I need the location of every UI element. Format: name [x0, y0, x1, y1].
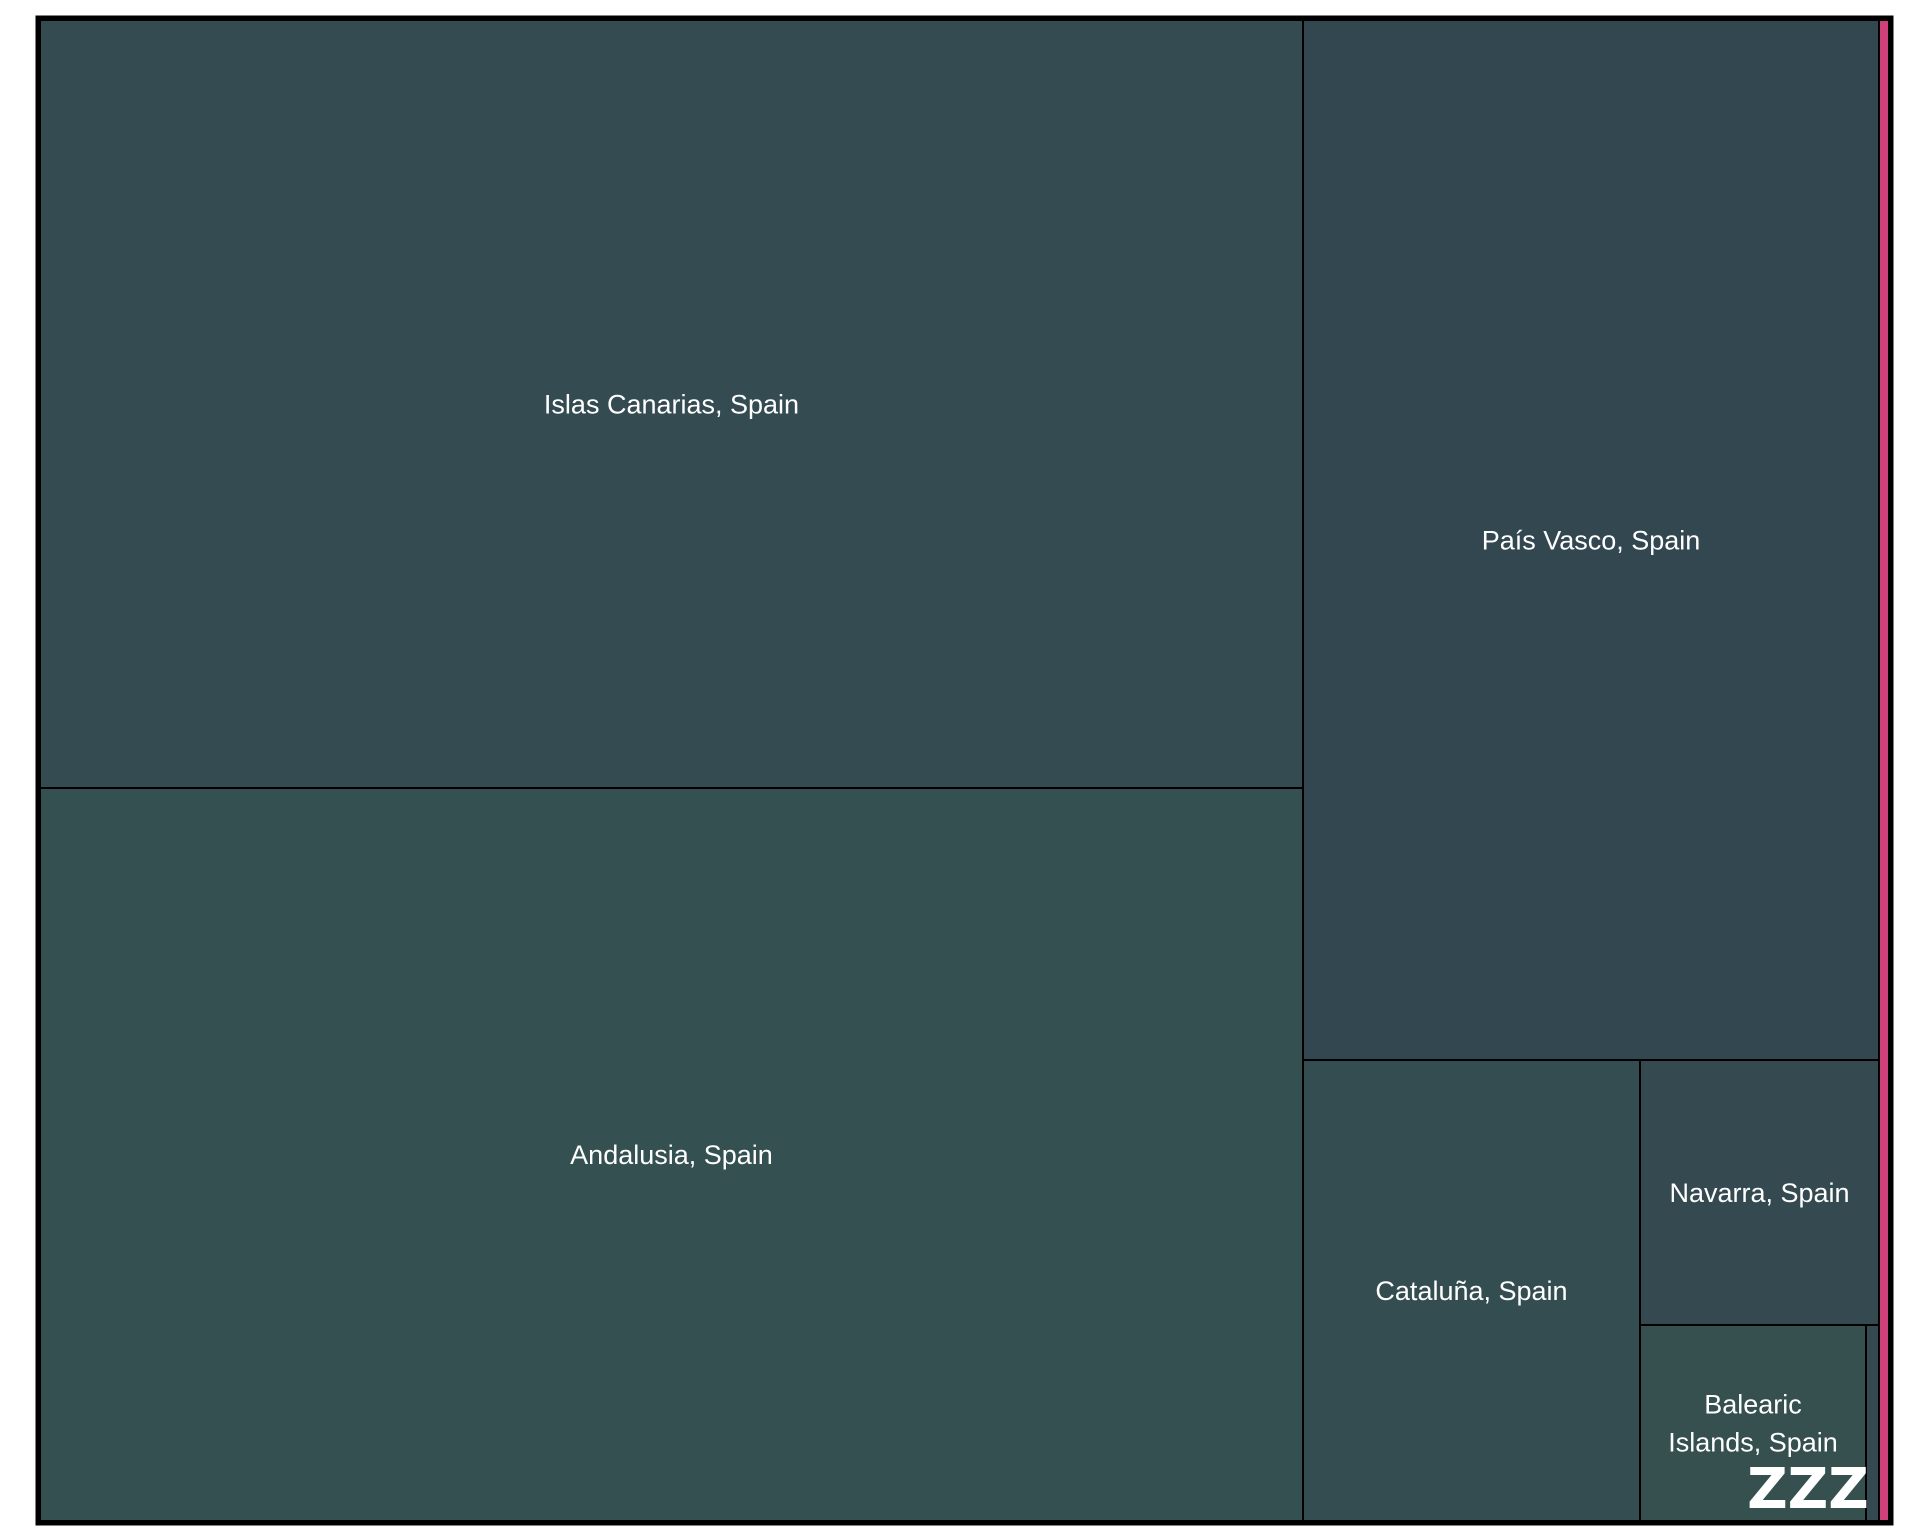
treemap-label-1: Andalusia, Spain — [570, 1140, 773, 1170]
treemap-label-4: Navarra, Spain — [1669, 1178, 1849, 1208]
watermark-logo: ZZZ — [1747, 1457, 1869, 1522]
treemap-tiles: Islas Canarias, Spain Andalusia, Spain Paí… — [39, 19, 1890, 1522]
treemap-label-3: Cataluña, Spain — [1375, 1276, 1567, 1306]
treemap-chart: Islas Canarias, Spain Andalusia, Spain Paí… — [35, 15, 1894, 1526]
treemap-tile-7 — [1878, 19, 1890, 1522]
treemap-label-0: Islas Canarias, Spain — [544, 389, 799, 419]
treemap-label-2: País Vasco, Spain — [1482, 525, 1701, 555]
